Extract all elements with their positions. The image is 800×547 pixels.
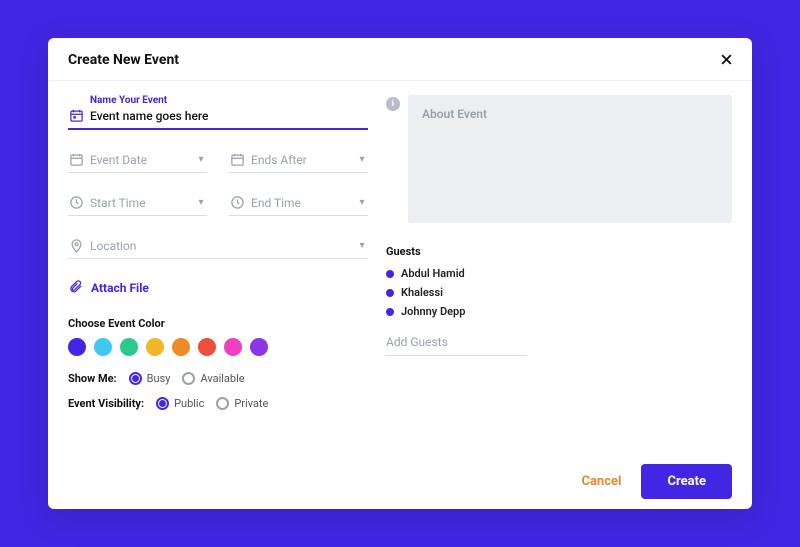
guests-label: Guests	[386, 245, 732, 258]
event-date-placeholder: Event Date	[90, 153, 189, 167]
bullet-icon	[386, 289, 394, 297]
event-name-field[interactable]: Event name goes here	[68, 108, 368, 130]
guest-name: Khalessi	[401, 286, 443, 299]
radio-private-label: Private	[234, 397, 268, 410]
radio-circle-icon	[216, 397, 229, 410]
radio-public[interactable]: Public	[156, 397, 204, 410]
event-name-label: Name Your Event	[90, 95, 368, 106]
chevron-down-icon: ▾	[195, 197, 207, 208]
radio-public-label: Public	[174, 397, 204, 410]
dialog-body: Name Your Event Event name goes here Eve…	[48, 81, 752, 509]
guest-item: Johnny Depp	[386, 302, 732, 321]
calendar-icon	[229, 152, 245, 167]
color-option-6[interactable]	[224, 338, 242, 356]
start-time-placeholder: Start Time	[90, 196, 189, 210]
radio-busy[interactable]: Busy	[129, 372, 171, 385]
dialog-header: Create New Event	[48, 38, 752, 81]
location-pin-icon	[68, 238, 84, 253]
radio-circle-icon	[129, 372, 142, 385]
color-option-5[interactable]	[198, 338, 216, 356]
color-option-2[interactable]	[120, 338, 138, 356]
radio-circle-icon	[156, 397, 169, 410]
visibility-label: Event Visibility:	[68, 397, 144, 410]
radio-available[interactable]: Available	[182, 372, 244, 385]
color-option-4[interactable]	[172, 338, 190, 356]
clock-icon	[68, 195, 84, 210]
create-event-dialog: Create New Event Name Your Event Event n…	[48, 38, 752, 509]
chevron-down-icon: ▾	[195, 154, 207, 165]
about-placeholder: About Event	[422, 107, 718, 121]
chevron-down-icon: ▾	[356, 240, 368, 251]
event-date-field[interactable]: Event Date ▾	[68, 152, 207, 173]
end-time-field[interactable]: End Time ▾	[229, 195, 368, 216]
show-me-label: Show Me:	[68, 372, 117, 385]
calendar-event-icon	[68, 108, 84, 123]
bullet-icon	[386, 270, 394, 278]
calendar-icon	[68, 152, 84, 167]
paperclip-icon	[68, 279, 83, 297]
radio-available-label: Available	[200, 372, 244, 385]
location-placeholder: Location	[90, 239, 350, 253]
dialog-title: Create New Event	[68, 52, 179, 68]
add-guests-input[interactable]: Add Guests	[386, 333, 526, 356]
location-field[interactable]: Location ▾	[68, 238, 368, 259]
about-section: i About Event	[386, 95, 732, 223]
guest-item: Abdul Hamid	[386, 264, 732, 283]
cancel-button[interactable]: Cancel	[581, 474, 621, 489]
clock-icon	[229, 195, 245, 210]
create-button[interactable]: Create	[641, 464, 732, 499]
visibility-row: Event Visibility: Public Private	[68, 397, 368, 410]
color-option-0[interactable]	[68, 338, 86, 356]
color-option-7[interactable]	[250, 338, 268, 356]
chevron-down-icon: ▾	[356, 154, 368, 165]
guest-list: Abdul Hamid Khalessi Johnny Depp	[386, 264, 732, 321]
color-section-label: Choose Event Color	[68, 317, 368, 330]
guest-name: Abdul Hamid	[401, 267, 465, 280]
info-icon: i	[386, 97, 400, 111]
radio-private[interactable]: Private	[216, 397, 268, 410]
event-name-value: Event name goes here	[90, 109, 368, 123]
form-column: Name Your Event Event name goes here Eve…	[68, 95, 368, 499]
bullet-icon	[386, 308, 394, 316]
add-guests-placeholder: Add Guests	[386, 335, 448, 349]
dialog-actions: Cancel Create	[386, 436, 732, 499]
attach-file-button[interactable]: Attach File	[68, 279, 368, 297]
close-icon[interactable]	[719, 50, 734, 70]
guest-name: Johnny Depp	[401, 305, 465, 318]
details-column: i About Event Guests Abdul Hamid Khalessi…	[386, 95, 732, 499]
radio-circle-icon	[182, 372, 195, 385]
show-me-row: Show Me: Busy Available	[68, 372, 368, 385]
color-option-1[interactable]	[94, 338, 112, 356]
ends-after-field[interactable]: Ends After ▾	[229, 152, 368, 173]
start-time-field[interactable]: Start Time ▾	[68, 195, 207, 216]
attach-file-label: Attach File	[91, 281, 149, 295]
radio-busy-label: Busy	[147, 372, 171, 385]
chevron-down-icon: ▾	[356, 197, 368, 208]
guest-item: Khalessi	[386, 283, 732, 302]
color-option-3[interactable]	[146, 338, 164, 356]
ends-after-placeholder: Ends After	[251, 153, 350, 167]
color-picker	[68, 338, 368, 356]
about-textarea[interactable]: About Event	[408, 95, 732, 223]
end-time-placeholder: End Time	[251, 196, 350, 210]
